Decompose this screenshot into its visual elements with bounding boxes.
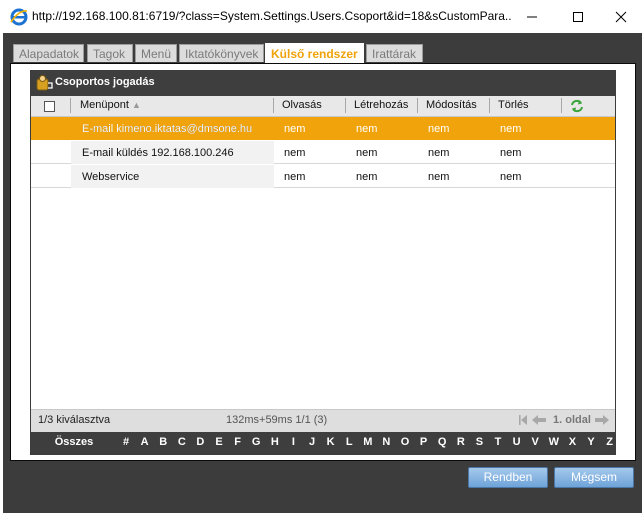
ie-icon [10, 8, 28, 26]
column-header-menupont[interactable]: Menüpont ▲ [80, 99, 141, 111]
column-separator [345, 98, 346, 113]
row-torles[interactable]: nem [500, 171, 521, 183]
column-header-menupont-label: Menüpont [80, 99, 129, 111]
grid-title: Csoportos jogadás [55, 76, 155, 88]
row-modositas[interactable]: nem [428, 123, 449, 135]
timing-info: 132ms+59ms 1/1 (3) [226, 414, 328, 426]
filter-all[interactable]: Összes [40, 436, 108, 448]
filter-letter[interactable]: I [285, 436, 301, 448]
column-separator [273, 98, 274, 113]
minimize-button[interactable] [509, 0, 555, 33]
row-olvasas[interactable]: nem [284, 123, 305, 135]
close-icon [615, 11, 627, 22]
sort-ascending-icon: ▲ [132, 100, 141, 110]
filter-letter[interactable]: A [137, 436, 153, 448]
row-modositas[interactable]: nem [428, 147, 449, 159]
page-indicator: 1. oldal [553, 414, 591, 426]
filter-letter[interactable]: M [360, 436, 376, 448]
filter-letter[interactable]: Y [583, 436, 599, 448]
row-letrehozas[interactable]: nem [356, 171, 377, 183]
selection-count: 1/3 kiválasztva [38, 414, 111, 426]
filter-letter[interactable]: G [248, 436, 264, 448]
tab-menu[interactable]: Menü [135, 44, 177, 62]
filter-letter[interactable]: W [546, 436, 562, 448]
filter-letter[interactable]: Q [434, 436, 450, 448]
filter-letter[interactable]: K [323, 436, 339, 448]
filter-letter[interactable]: L [341, 436, 357, 448]
cancel-button[interactable]: Mégsem [554, 467, 634, 488]
select-all-checkbox[interactable] [44, 101, 55, 112]
tab-kulso-rendszer[interactable]: Külső rendszer [265, 43, 364, 63]
column-separator [489, 98, 490, 113]
tab-iktatokonyvek[interactable]: Iktatókönyvek [179, 44, 264, 62]
filter-letter[interactable]: P [416, 436, 432, 448]
filter-letter[interactable]: B [155, 436, 171, 448]
filter-letter[interactable]: R [453, 436, 469, 448]
column-header-letrehozas[interactable]: Létrehozás [354, 99, 408, 111]
refresh-icon[interactable] [570, 99, 584, 113]
filter-letter[interactable]: T [490, 436, 506, 448]
ok-button[interactable]: Rendben [468, 467, 548, 488]
row-letrehozas[interactable]: nem [356, 147, 377, 159]
row-modositas[interactable]: nem [428, 171, 449, 183]
tab-irattarak[interactable]: Irattárak [366, 44, 423, 62]
first-page-icon[interactable] [518, 414, 528, 426]
filter-letter[interactable]: E [211, 436, 227, 448]
filter-letter[interactable]: Z [602, 436, 618, 448]
column-separator [417, 98, 418, 113]
row-olvasas[interactable]: nem [284, 147, 305, 159]
column-header-modositas[interactable]: Módosítás [426, 99, 477, 111]
filter-letter[interactable]: H [267, 436, 283, 448]
group-rights-icon [36, 75, 53, 91]
filter-letter[interactable]: S [471, 436, 487, 448]
prev-page-icon[interactable] [531, 414, 547, 426]
minimize-icon [527, 16, 537, 17]
filter-letter[interactable]: X [564, 436, 580, 448]
column-separator [70, 98, 71, 113]
tab-tagok[interactable]: Tagok [87, 44, 133, 62]
column-header-torles[interactable]: Törlés [498, 99, 529, 111]
filter-letter[interactable]: D [192, 436, 208, 448]
tab-alapadatok[interactable]: Alapadatok [13, 44, 84, 62]
row-letrehozas[interactable]: nem [356, 123, 377, 135]
row-torles[interactable]: nem [500, 147, 521, 159]
window-title: http://192.168.100.81:6719/?class=System… [32, 9, 512, 23]
filter-letter[interactable]: O [397, 436, 413, 448]
column-header-olvasas[interactable]: Olvasás [282, 99, 322, 111]
filter-letter[interactable]: F [230, 436, 246, 448]
maximize-button[interactable] [555, 0, 601, 33]
row-olvasas[interactable]: nem [284, 171, 305, 183]
column-separator [561, 98, 562, 113]
close-button[interactable] [598, 0, 642, 33]
maximize-icon [573, 11, 583, 22]
filter-letter[interactable]: # [118, 436, 134, 448]
row-menupont: E-mail küldés 192.168.100.246 [82, 147, 234, 159]
filter-letter[interactable]: C [174, 436, 190, 448]
row-torles[interactable]: nem [500, 123, 521, 135]
filter-letter[interactable]: V [527, 436, 543, 448]
row-menupont-selected-text: E-mail kimeno.iktatas@dmsone.hu [82, 123, 253, 135]
filter-letter[interactable]: J [304, 436, 320, 448]
filter-letter[interactable]: U [509, 436, 525, 448]
filter-letter[interactable]: N [378, 436, 394, 448]
row-menupont: Webservice [82, 171, 140, 183]
next-page-icon[interactable] [594, 414, 610, 426]
